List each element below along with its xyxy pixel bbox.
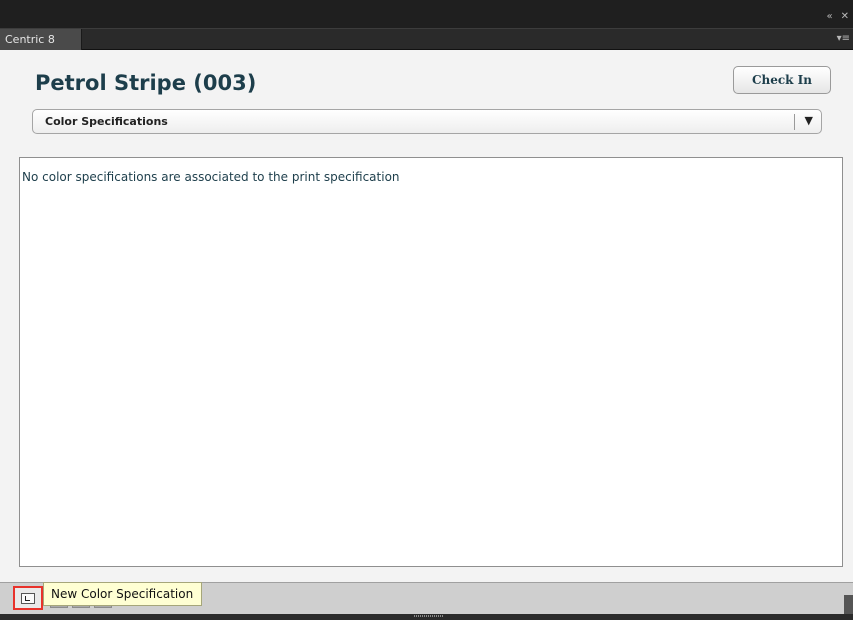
check-in-button[interactable]: Check In [733,66,831,94]
panel-titlebar: « ✕ [0,0,853,28]
panel-menu-icon[interactable]: ▾≡ [837,33,850,44]
panel-tab-strip: Centric 8 ▾≡ [0,28,853,50]
collapse-panel-icon[interactable]: « [826,12,832,22]
tooltip: New Color Specification [43,582,203,606]
new-color-specification-button[interactable] [13,586,43,610]
resize-gripper[interactable] [844,595,853,615]
tab-centric-8[interactable]: Centric 8 [0,29,82,50]
color-specifications-list[interactable]: No color specifications are associated t… [19,157,843,567]
panel-content: Petrol Stripe (003) Check In Color Speci… [0,50,853,582]
resize-handle[interactable] [414,615,444,617]
section-dropdown-value: Color Specifications [45,115,168,128]
close-panel-icon[interactable]: ✕ [841,12,849,22]
empty-list-message: No color specifications are associated t… [22,170,400,184]
page-title: Petrol Stripe (003) [35,71,257,95]
new-document-icon [21,593,35,604]
chevron-down-icon: ▼ [804,114,813,127]
dropdown-separator [794,114,795,130]
section-dropdown[interactable]: Color Specifications ▼ [32,109,822,134]
panel-footer [0,614,853,620]
panel-window-controls: « ✕ [826,12,849,22]
